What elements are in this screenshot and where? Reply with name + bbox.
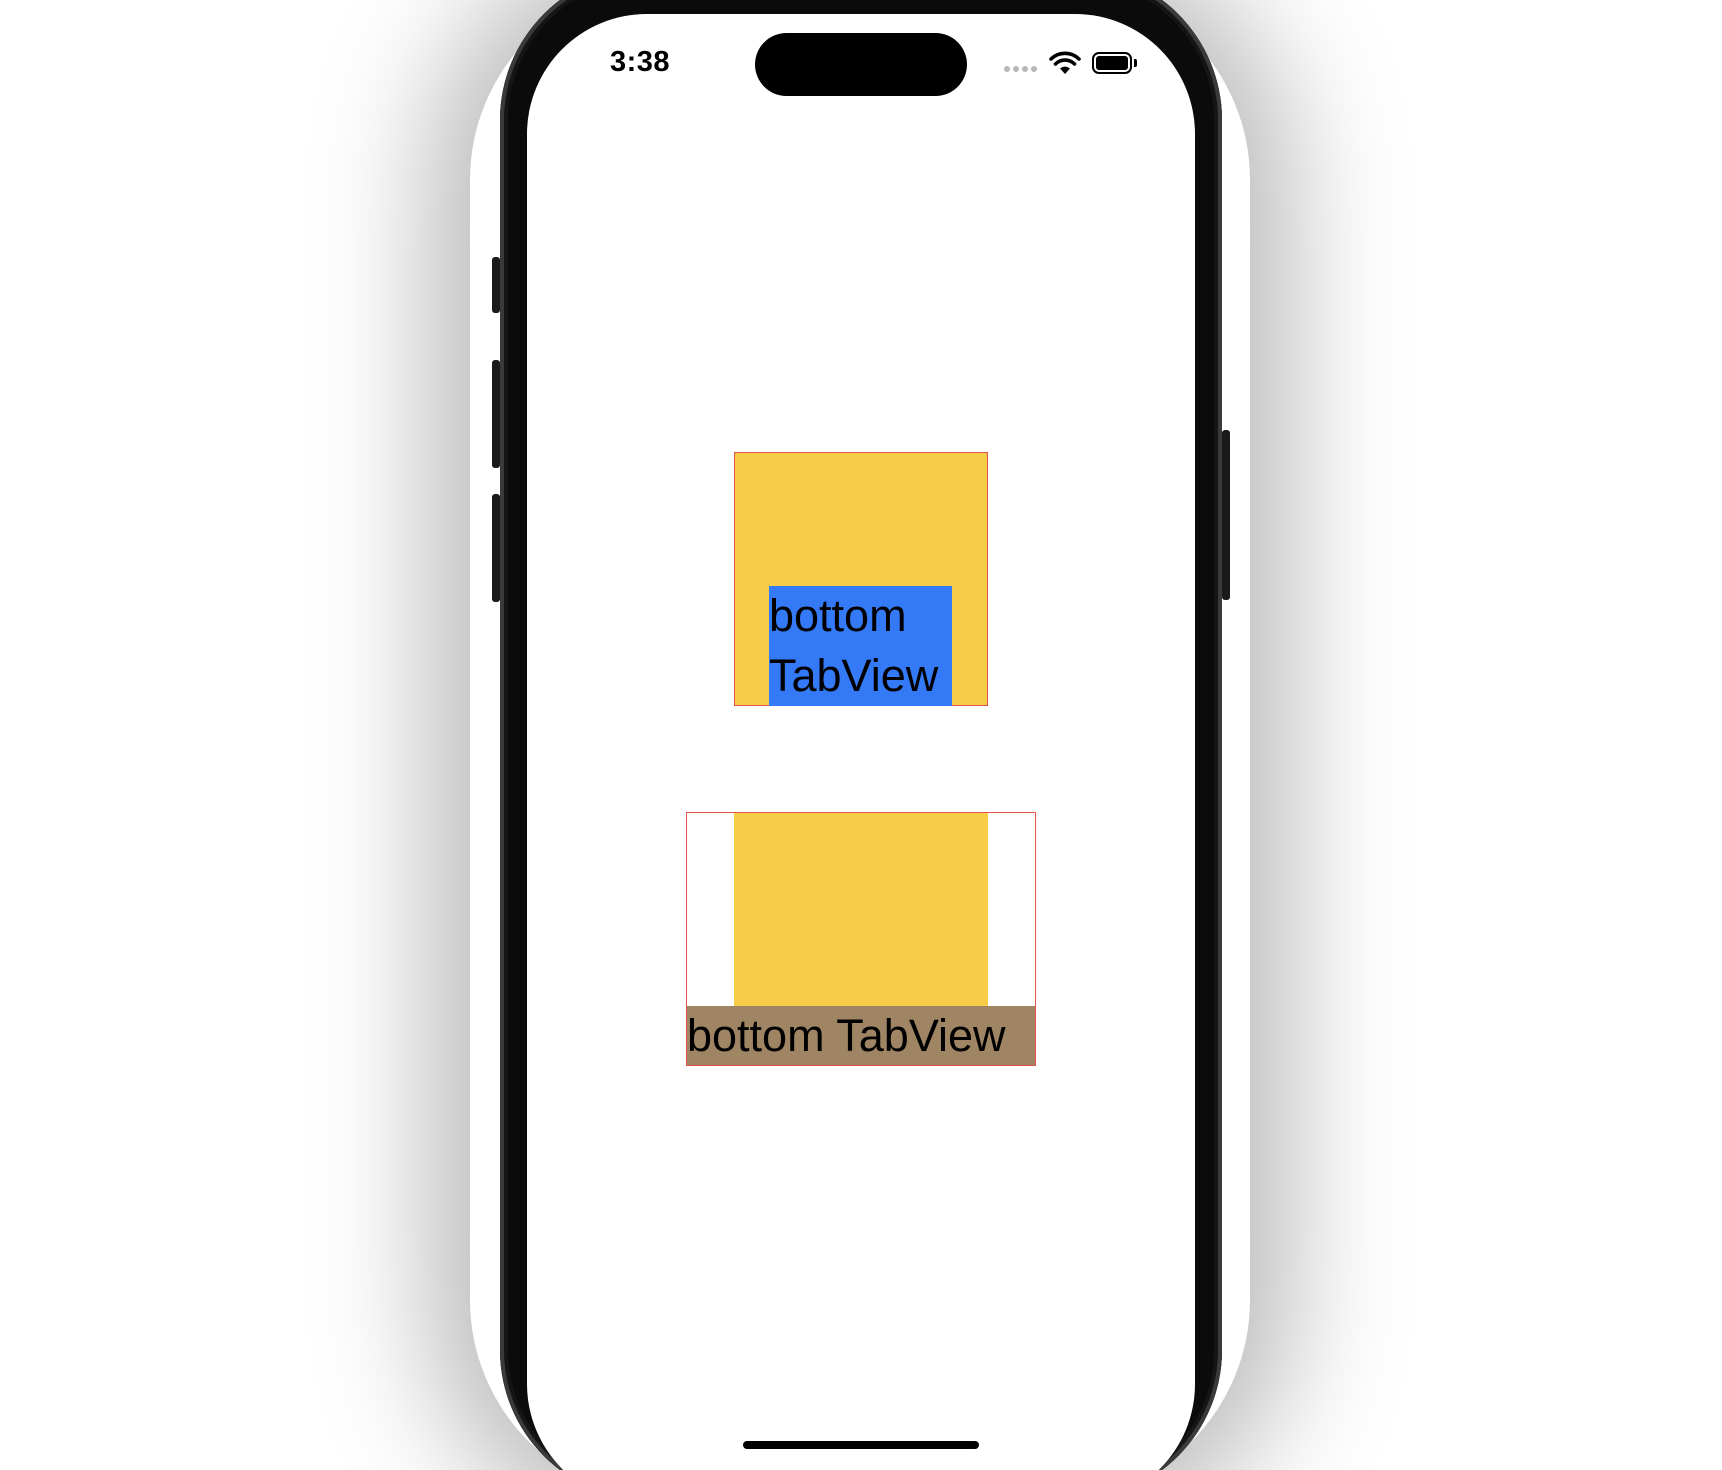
power-button — [1222, 430, 1230, 600]
battery-level — [1096, 56, 1128, 70]
simulator-stage: 3:38 bottom TabView bottom TabView — [0, 0, 1722, 1470]
status-time: 3:38 — [610, 46, 671, 78]
phone-screen — [527, 14, 1195, 1470]
cellular-signal-icon — [1004, 66, 1037, 72]
volume-down-button — [492, 494, 500, 602]
battery-icon — [1092, 52, 1132, 74]
home-indicator[interactable] — [743, 1441, 979, 1449]
battery-tip — [1134, 59, 1137, 67]
mute-switch — [492, 257, 500, 313]
tabview-label-top: bottom TabView — [769, 586, 952, 706]
volume-up-button — [492, 360, 500, 468]
tabview-label-bottom: bottom TabView — [687, 1006, 1035, 1065]
dynamic-island — [755, 33, 967, 96]
wifi-icon — [1049, 51, 1081, 74]
tabview-content-bottom — [734, 813, 988, 1006]
